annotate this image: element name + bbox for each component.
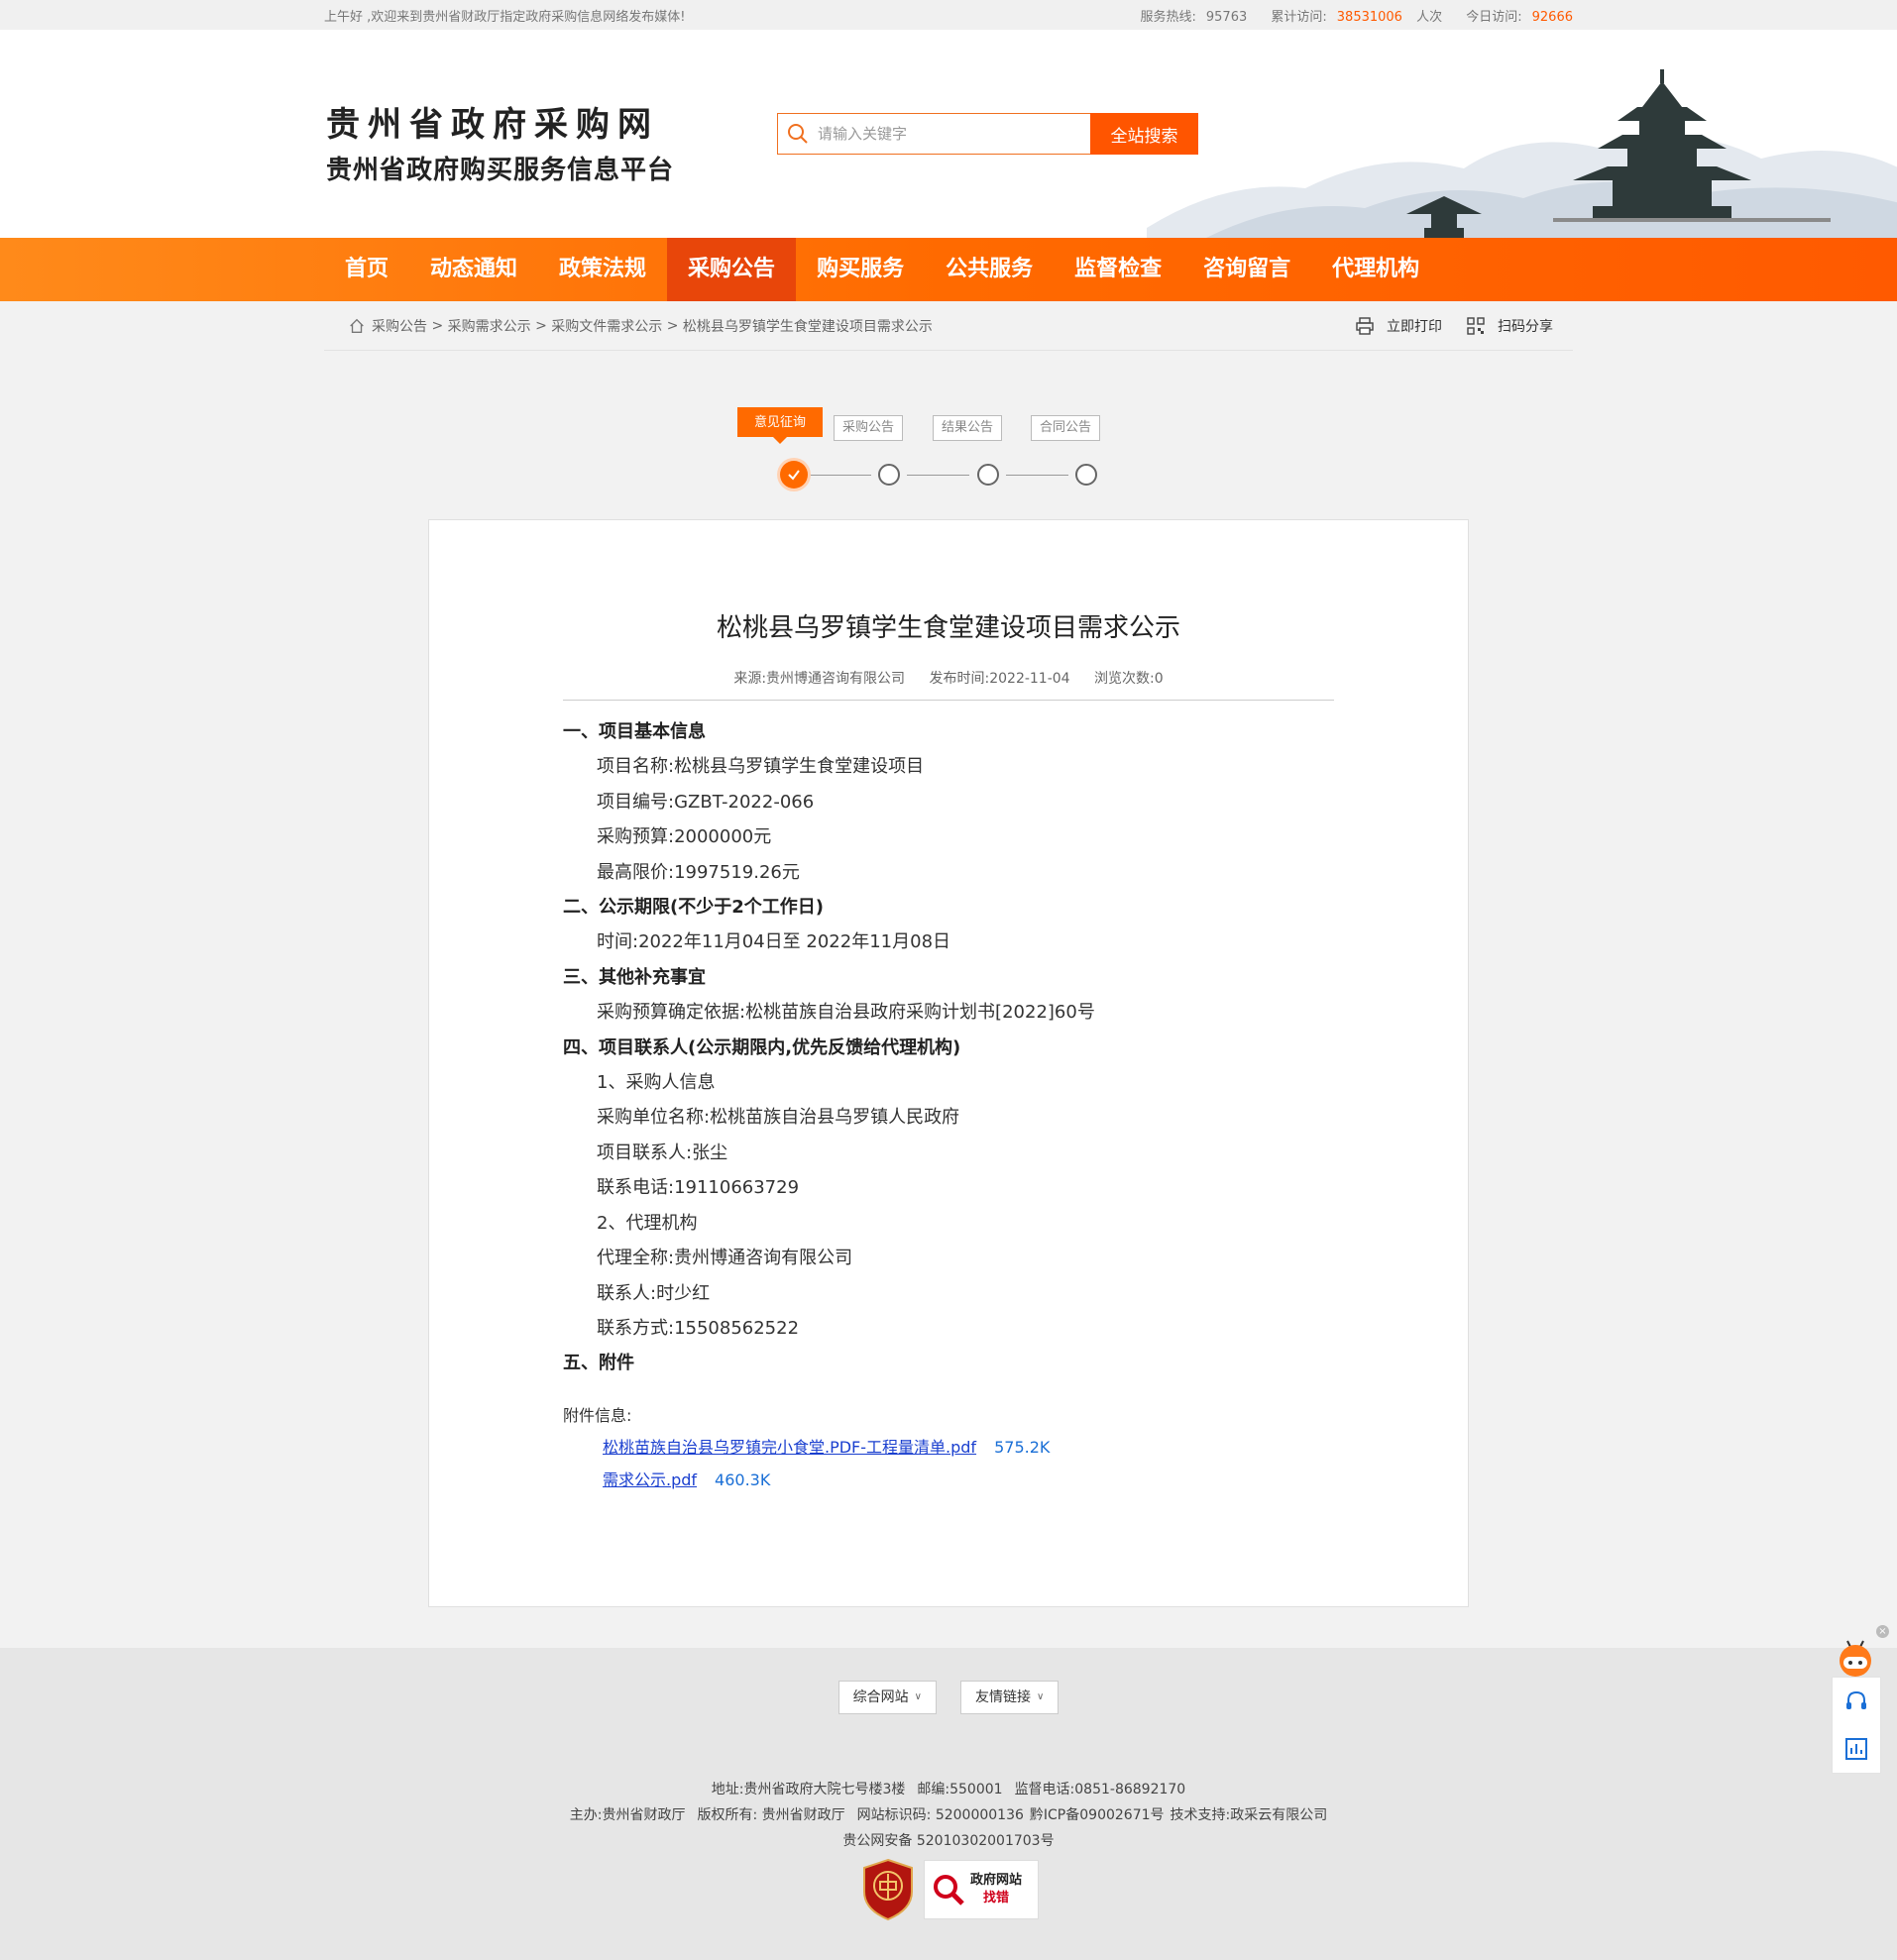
breadcrumb: 采购公告 > 采购需求公示 > 采购文件需求公示 > 松桃县乌罗镇学生食堂建设项… (324, 316, 933, 336)
nav-purchase-services[interactable]: 购买服务 (796, 238, 925, 301)
step-dot (878, 464, 900, 486)
printer-icon (1356, 316, 1374, 335)
nav-procurement-announcements[interactable]: 采购公告 (667, 238, 797, 301)
home-icon[interactable] (348, 317, 366, 335)
attachment-size: 575.2K (994, 1437, 1051, 1457)
title-divider (563, 700, 1334, 701)
attachment-item: 松桃苗族自治县乌罗镇完小食堂.PDF-工程量清单.pdf 575.2K (563, 1431, 1334, 1464)
search-bar: 全站搜索 (777, 113, 1198, 155)
feedback-chart-icon[interactable] (1843, 1736, 1869, 1762)
step-connector (1006, 475, 1068, 476)
article-card: 松桃县乌罗镇学生食堂建设项目需求公示 来源:贵州博通咨询有限公司 发布时间:20… (428, 519, 1469, 1607)
close-icon[interactable]: × (1876, 1625, 1889, 1638)
visit-stats: 服务热线: 95763 累计访问: 38531006 人次 今日访问: 92666 (1140, 9, 1574, 25)
chevron-down-icon: ∨ (1037, 1691, 1045, 1702)
footer-info: 地址:贵州省政府大院七号楼3楼 邮编:550001 监督电话:0851-868921… (569, 1782, 1328, 1849)
section-heading: 三、其他补充事宜 (563, 966, 706, 988)
section-heading: 一、项目基本信息 (563, 721, 706, 742)
magnifier-icon (934, 1875, 964, 1906)
section-heading: 五、附件 (563, 1353, 634, 1374)
nav-public-services[interactable]: 公共服务 (925, 238, 1054, 301)
total-visits: 38531006 (1336, 9, 1402, 25)
hotline-number: 95763 (1205, 9, 1248, 25)
site-logo[interactable]: 贵州省政府采购网 贵州省政府购买服务信息平台 (326, 97, 674, 186)
step-connector (809, 475, 871, 476)
party-government-badge[interactable] (860, 1858, 916, 1921)
attachment-link[interactable]: 需求公示.pdf (603, 1470, 697, 1489)
search-input[interactable] (818, 125, 1075, 143)
content-line: 1、采购人信息 (597, 1072, 716, 1094)
chevron-down-icon: ∨ (914, 1691, 922, 1702)
headset-icon[interactable] (1843, 1688, 1869, 1714)
content-line: 时间:2022年11月04日至 2022年11月08日 (597, 931, 951, 953)
nav-consultation[interactable]: 咨询留言 (1182, 238, 1311, 301)
content-line: 联系人:时少红 (597, 1282, 711, 1304)
step-dot (977, 464, 999, 486)
breadcrumb-bar: 采购公告 > 采购需求公示 > 采购文件需求公示 > 松桃县乌罗镇学生食堂建设项… (324, 301, 1573, 351)
article-meta: 来源:贵州博通咨询有限公司 发布时间:2022-11-04 浏览次数:0 (429, 668, 1468, 688)
step-dot (1075, 464, 1097, 486)
top-bar: 上午好 ,欢迎来到贵州省财政厅指定政府采购信息网络发布媒体! 服务热线: 9576… (0, 0, 1897, 30)
robot-assistant-icon[interactable] (1834, 1637, 1877, 1681)
today-visits: 92666 (1531, 9, 1573, 25)
logo-title: 贵州省政府采购网 (326, 105, 659, 145)
qr-share-button[interactable]: 扫码分享 (1466, 316, 1553, 336)
pavilion-landscape-illustration (1147, 69, 1897, 238)
step-connector (907, 475, 969, 476)
friend-links-dropdown[interactable]: 友情链接 ∨ (960, 1681, 1060, 1714)
icp-link[interactable]: 黔ICP备09002671号 (1030, 1807, 1165, 1823)
portal-sites-dropdown[interactable]: 综合网站 ∨ (837, 1681, 937, 1714)
nav-home[interactable]: 首页 (324, 238, 409, 301)
print-button[interactable]: 立即打印 (1355, 316, 1442, 336)
attachments-title: 附件信息: (563, 1405, 632, 1425)
breadcrumb-link-document-demand[interactable]: 采购文件需求公示 (551, 316, 662, 336)
qr-code-icon (1467, 316, 1485, 335)
article-source: 来源:贵州博通咨询有限公司 (733, 671, 906, 687)
content-line: 项目编号:GZBT-2022-066 (597, 791, 815, 813)
service-panel (1832, 1677, 1881, 1774)
nav-policies[interactable]: 政策法规 (538, 238, 667, 301)
content-line: 采购预算:2000000元 (597, 826, 772, 848)
article-content: 一、项目基本信息 项目名称:松桃县乌罗镇学生食堂建设项目 项目编号:GZBT-2… (563, 714, 1334, 1496)
step-label-consultation[interactable]: 意见征询 (737, 407, 824, 444)
step-label-announcement[interactable]: 采购公告 (834, 415, 904, 441)
section-heading: 二、公示期限(不少于2个工作日) (563, 897, 824, 919)
step-dot-done (780, 461, 808, 489)
main-nav: 首页 动态通知 政策法规 采购公告 购买服务 公共服务 监督检查 咨询留言 代理… (0, 238, 1897, 301)
attachment-size: 460.3K (715, 1470, 771, 1489)
article-date: 发布时间:2022-11-04 (929, 671, 1070, 687)
nav-agencies[interactable]: 代理机构 (1311, 238, 1440, 301)
content-line: 最高限价:1997519.26元 (597, 861, 800, 883)
site-error-report-badge[interactable]: 政府网站 找错 (924, 1860, 1039, 1919)
breadcrumb-link-demand[interactable]: 采购需求公示 (448, 316, 531, 336)
welcome-text: 上午好 ,欢迎来到贵州省财政厅指定政府采购信息网络发布媒体! (324, 9, 686, 25)
content-line: 项目联系人:张尘 (597, 1142, 728, 1163)
content-line: 采购单位名称:松桃苗族自治县乌罗镇人民政府 (597, 1107, 960, 1129)
content-line: 采购预算确定依据:松桃苗族自治县政府采购计划书[2022]60号 (597, 1002, 1095, 1024)
content-line: 联系电话:19110663729 (597, 1177, 800, 1199)
site-footer: 综合网站 ∨ 友情链接 ∨ 地址:贵州省政府大院七号楼3楼 邮编:550001 监督电话… (0, 1648, 1897, 1960)
breadcrumb-link-announcements[interactable]: 采购公告 (372, 316, 427, 336)
step-label-result[interactable]: 结果公告 (933, 415, 1003, 441)
police-record-link[interactable]: 贵公网安备 52010302001703号 (842, 1833, 1054, 1849)
logo-subtitle: 贵州省政府购买服务信息平台 (326, 156, 675, 185)
content-line: 项目名称:松桃县乌罗镇学生食堂建设项目 (597, 756, 925, 778)
nav-notices[interactable]: 动态通知 (409, 238, 538, 301)
content-line: 联系方式:15508562522 (597, 1317, 800, 1339)
search-box[interactable] (777, 113, 1090, 155)
search-icon (788, 124, 808, 144)
content-line: 2、代理机构 (597, 1212, 698, 1234)
site-header: 贵州省政府采购网 贵州省政府购买服务信息平台 全站搜索 (0, 30, 1897, 238)
content-line: 代理全称:贵州博通咨询有限公司 (597, 1248, 853, 1269)
breadcrumb-current: 松桃县乌罗镇学生食堂建设项目需求公示 (682, 318, 933, 335)
process-steps: 意见征询 采购公告 结果公告 合同公告 (324, 351, 1573, 489)
section-heading: 四、项目联系人(公示期限内,优先反馈给代理机构) (563, 1036, 961, 1058)
nav-supervision[interactable]: 监督检查 (1054, 238, 1182, 301)
attachment-item: 需求公示.pdf 460.3K (563, 1464, 1334, 1496)
article-title: 松桃县乌罗镇学生食堂建设项目需求公示 (716, 613, 1180, 643)
article-views: 浏览次数:0 (1094, 671, 1164, 687)
attachment-link[interactable]: 松桃苗族自治县乌罗镇完小食堂.PDF-工程量清单.pdf (603, 1438, 976, 1457)
checkmark-icon (788, 470, 800, 481)
step-label-contract[interactable]: 合同公告 (1031, 415, 1101, 441)
